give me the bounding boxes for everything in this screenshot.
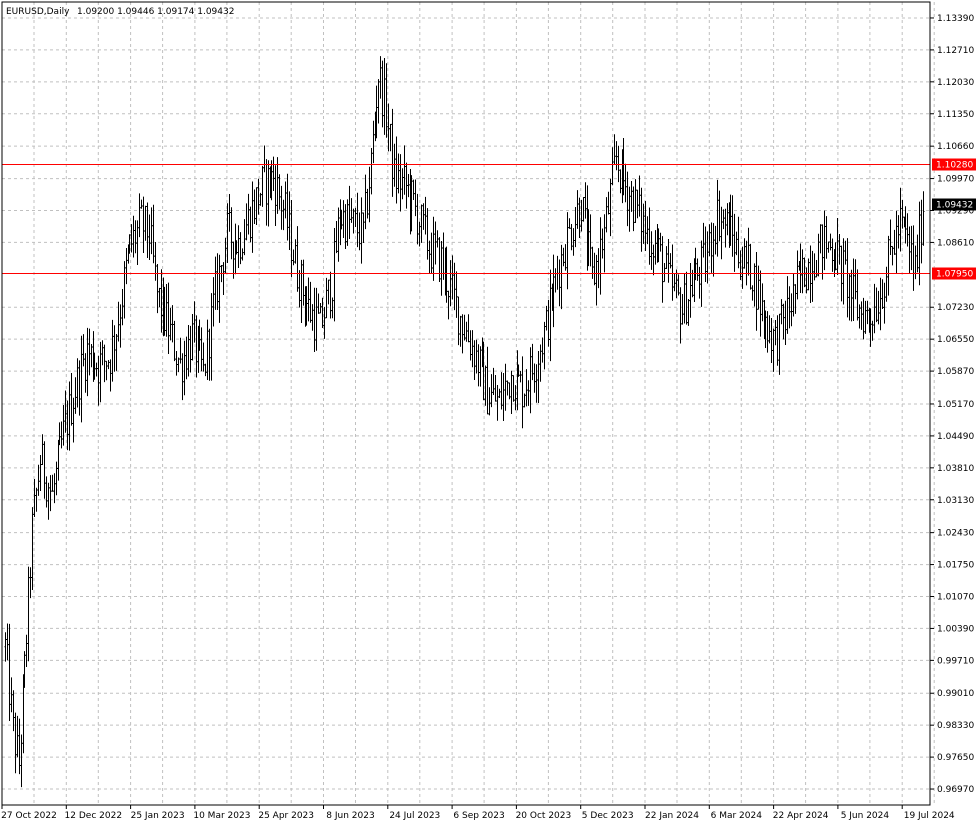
y-tick-label: 0.99010 [937,689,974,699]
x-tick-label: 20 Oct 2023 [516,811,572,821]
y-tick-label: 1.10660 [937,142,974,152]
y-tick-label: 1.12030 [937,78,974,88]
y-tick-label: 1.03130 [937,496,974,506]
y-tick-label: 1.09970 [937,175,974,185]
y-tick-label: 0.97650 [937,753,974,763]
x-tick-label: 22 Apr 2024 [773,811,829,821]
y-tick-label: 1.07230 [937,303,974,313]
x-tick-label: 10 Mar 2023 [193,811,250,821]
x-tick-label: 24 Jul 2023 [389,811,440,821]
x-tick-label: 5 Dec 2023 [582,811,634,821]
price-chart[interactable]: 1.13390 1.12710 1.12030 1.11350 1.10660 1.099… [0,0,978,826]
x-tick-label: 22 Jan 2024 [645,811,699,821]
y-tick-label: 1.00390 [937,624,974,634]
x-tick-label: 19 Jul 2024 [904,811,955,821]
chart-root[interactable]: 1.13390 1.12710 1.12030 1.11350 1.10660 1.099… [0,0,978,826]
y-tick-label: 0.99710 [937,656,974,666]
y-tick-label: 1.13390 [937,14,974,24]
y-tick-label: 1.01070 [937,593,974,603]
y-tick-label: 1.11350 [937,110,974,120]
x-tick-label: 6 Mar 2024 [711,811,763,821]
y-tick-label: 1.06550 [937,335,974,345]
y-tick-label: 1.02430 [937,529,974,539]
y-tick-label: 1.05870 [937,367,974,377]
x-tick-label: 25 Apr 2023 [258,811,314,821]
x-tick-label: 5 Jun 2024 [841,811,890,821]
level-price-label: 1.10280 [936,161,973,171]
y-tick-label: 1.08610 [937,238,974,248]
level-price-label: 1.07950 [936,270,973,280]
chart-header: EURUSD,Daily 1.09200 1.09446 1.09174 1.0… [6,7,234,17]
y-tick-label: 1.05170 [937,400,974,410]
current-price-label: 1.09432 [936,201,973,211]
y-tick-label: 1.03810 [937,464,974,474]
y-tick-label: 0.98330 [937,721,974,731]
y-tick-label: 1.01750 [937,561,974,571]
y-tick-label: 0.96970 [937,785,974,795]
y-tick-label: 1.12710 [937,46,974,56]
ohlc-readout: 1.09200 1.09446 1.09174 1.09432 [77,7,234,17]
x-tick-label: 8 Jun 2023 [326,811,374,821]
x-tick-label: 6 Sep 2023 [453,811,504,821]
x-tick-label: 27 Oct 2022 [1,811,57,821]
x-tick-label: 25 Jan 2023 [131,811,185,821]
y-tick-label: 1.04490 [937,432,974,442]
x-tick-label: 12 Dec 2022 [65,811,123,821]
symbol-label: EURUSD,Daily [6,7,70,17]
